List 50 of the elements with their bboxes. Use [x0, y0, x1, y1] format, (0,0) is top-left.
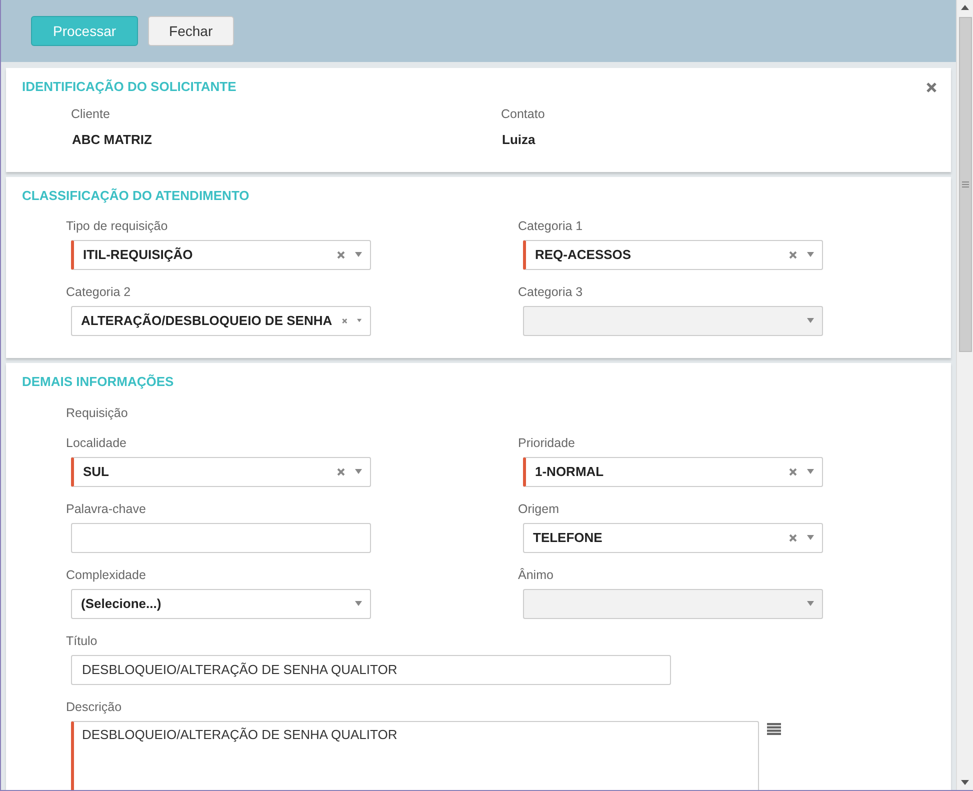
caret-icon[interactable] [357, 318, 362, 323]
caret-icon[interactable] [355, 252, 362, 257]
caret-icon[interactable] [355, 601, 362, 606]
field-label: Descrição [66, 698, 123, 714]
field-label: Título [66, 632, 98, 648]
field-label: Complexidade [66, 566, 147, 582]
text-field[interactable]: DESBLOQUEIO/ALTERAÇÃO DE SENHA QUALITOR [71, 654, 671, 684]
select-field[interactable]: SUL [71, 456, 371, 486]
scrollbar[interactable] [956, 0, 973, 790]
section-title: IDENTIFICAÇÃO DO SOLICITANTE [22, 78, 236, 96]
clear-icon[interactable] [789, 534, 797, 542]
caret-icon[interactable] [807, 469, 814, 474]
menu-icon[interactable] [767, 722, 781, 734]
field-value: Luiza [502, 131, 536, 149]
text-field[interactable] [71, 522, 371, 552]
field-label: Categoria 3 [518, 284, 584, 300]
field-label: Categoria 2 [66, 284, 132, 300]
field-label: Ânimo [518, 566, 554, 582]
clear-icon[interactable] [342, 316, 348, 324]
section-title: DEMAIS INFORMAÇÕES [22, 372, 174, 391]
close-button[interactable]: Fechar [148, 16, 234, 46]
select-field[interactable]: (Selecione...) [71, 588, 371, 618]
section-label: Requisição [66, 404, 129, 420]
select-field[interactable]: REQ-ACESSOS [523, 240, 823, 270]
textarea-field[interactable]: DESBLOQUEIO/ALTERAÇÃO DE SENHA QUALITOR [71, 720, 759, 790]
scroll-up-icon[interactable] [961, 5, 969, 10]
select-field[interactable]: 1-NORMAL [523, 456, 823, 486]
section-title: CLASSIFICAÇÃO DO ATENDIMENTO [22, 186, 250, 205]
field-label: Prioridade [518, 434, 576, 450]
scroll-down-icon[interactable] [961, 780, 969, 785]
field-label: Localidade [66, 434, 128, 450]
field-label: Categoria 1 [518, 218, 584, 234]
close-icon[interactable] [926, 82, 937, 92]
caret-icon[interactable] [807, 252, 814, 257]
caret-icon[interactable] [807, 535, 814, 540]
clear-icon[interactable] [789, 250, 797, 258]
clear-icon[interactable] [789, 468, 797, 476]
field-label: Tipo de requisição [66, 218, 169, 234]
clear-icon[interactable] [337, 250, 345, 258]
caret-icon[interactable] [355, 469, 362, 474]
field-label: Contato [501, 106, 546, 121]
field-label: Cliente [71, 106, 111, 121]
field-label: Palavra-chave [66, 500, 147, 516]
scroll-thumb[interactable] [958, 17, 972, 352]
select-field[interactable]: TELEFONE [523, 522, 823, 552]
field-value: ABC MATRIZ [72, 131, 153, 149]
clear-icon[interactable] [337, 468, 345, 476]
field-label: Origem [518, 500, 560, 516]
select-field[interactable]: ITIL-REQUISIÇÃO [71, 240, 371, 270]
select-field[interactable]: ALTERAÇÃO/DESBLOQUEIO DE SENHA [71, 306, 371, 336]
